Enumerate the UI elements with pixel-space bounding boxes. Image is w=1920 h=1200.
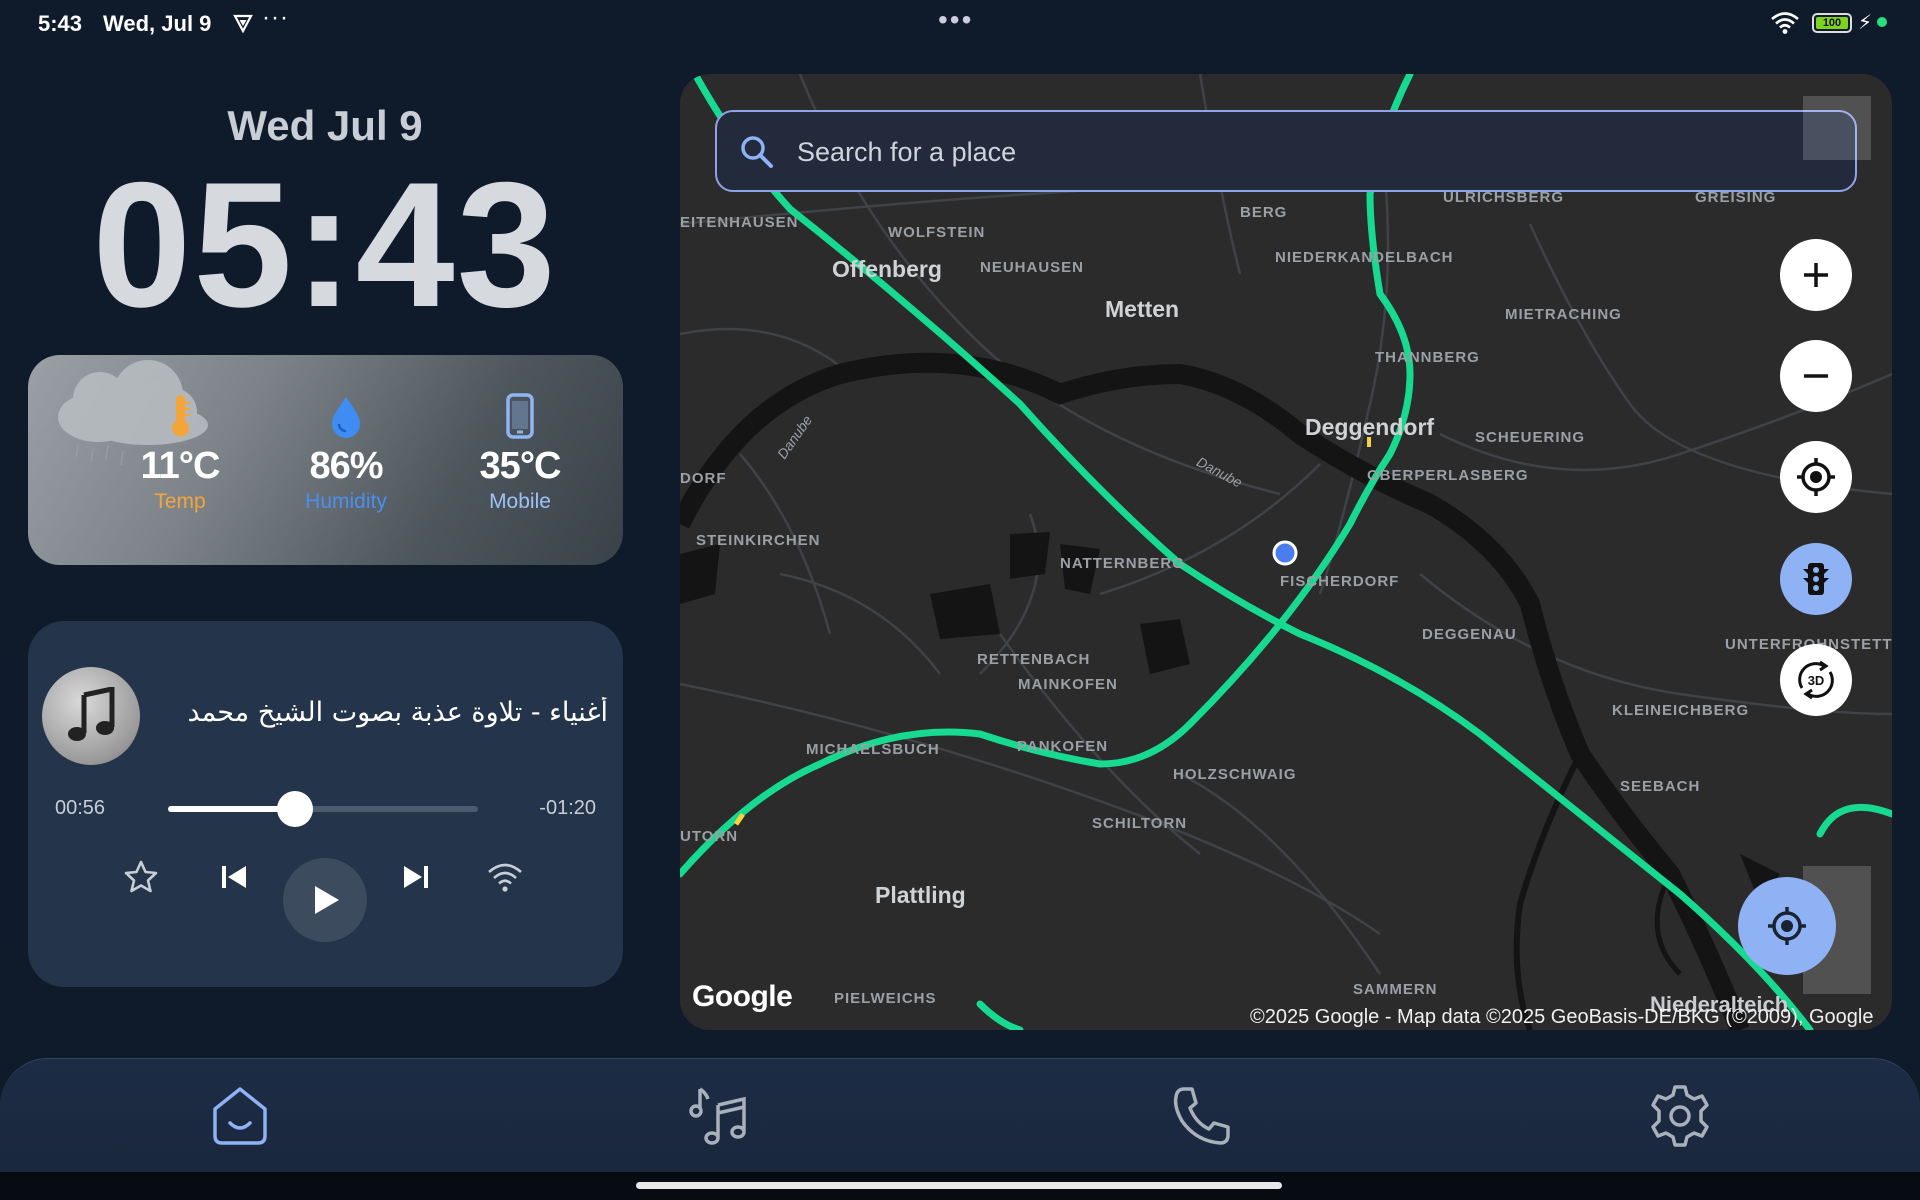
map-place-label: NEUHAUSEN [980,259,1085,276]
wifi-icon [1771,12,1799,34]
music-note-icon [68,687,115,741]
thermometer-icon [172,395,190,437]
map-city-label[interactable]: Offenberg [832,256,942,283]
search-icon [741,136,773,168]
status-date: Wed, Jul 9 [103,11,212,36]
phone-icon [506,393,534,439]
map-copyright[interactable]: ©2025 Google - Map data ©2025 GeoBasis-D… [1250,1006,1873,1029]
clock-date: Wed Jul 9 [227,102,423,149]
map-place-label: THANNBERG [1375,349,1480,366]
map-place-label: MAINKOFEN [1018,676,1118,693]
map-place-label: SCHEUERING [1475,429,1586,446]
elapsed-time: 00:56 [55,797,106,819]
current-location-dot [1272,540,1298,566]
map-place-label: SCHILTORN [1092,815,1188,832]
water-drop-icon [332,397,360,438]
traffic-icon [1803,563,1829,595]
status-more-icon[interactable]: ··· [262,4,289,32]
zoom-out-icon [1804,374,1828,378]
map-view[interactable]: Offenberg Metten Deggendorf Plattling EITENH… [680,74,1892,1030]
map-place-label: SAMMERN [1353,981,1438,998]
weather-card[interactable]: 11°C Temp 86% Humidity 35°C Mobile [28,355,623,565]
map-place-label: WOLFSTEIN [888,224,986,241]
map-place-label: HOLZSCHWAIG [1173,766,1297,783]
window-handle-icon[interactable]: ••• [938,4,973,36]
star-icon[interactable] [123,859,159,895]
charging-bolt-icon: ⚡ [1858,12,1873,34]
temp-value: 11°C [140,445,221,487]
map-city-label[interactable]: Metten [1105,296,1179,323]
battery-icon: 100 [1812,13,1852,33]
map-place-label: STEINKIRCHEN [696,532,821,549]
wifi-cast-icon[interactable] [486,859,524,895]
mobile-temp-value: 35°C [479,445,562,487]
home-icon[interactable] [205,1081,275,1151]
recenter-fab[interactable] [1738,877,1836,975]
status-time: 5:43 [38,11,83,36]
play-button[interactable] [283,858,367,942]
map-place-label: PIELWEICHS [834,990,937,1007]
search-input[interactable] [797,130,1797,174]
progress-slider[interactable] [168,791,478,827]
music-icon[interactable] [686,1081,756,1151]
mobile-temp-label: Mobile [489,490,551,513]
map-city-label[interactable]: Plattling [875,882,966,909]
traffic-button[interactable] [1780,543,1852,615]
map-place-label: PANKOFEN [1017,738,1109,755]
status-bar: 5:43 Wed, Jul 9 ··· ••• 100 ⚡ [0,0,1920,46]
privacy-indicator-dot [1877,17,1887,27]
3d-rotate-icon: 3D [1798,660,1834,700]
map-place-label: UTORN [680,828,739,845]
previous-icon[interactable] [216,859,252,895]
map-place-label: KLEINEICHBERG [1612,702,1750,719]
recenter-icon [1768,907,1806,945]
temp-label: Temp [154,490,206,513]
zoom-in-icon [1804,263,1828,287]
google-logo: Google [692,980,793,1013]
map-place-label: EITENHAUSEN [680,214,799,231]
map-place-label: BERG [1240,204,1288,221]
map-place-label: DORF [680,470,727,487]
phone-icon[interactable] [1166,1081,1236,1151]
weather-humidity: 86% Humidity [281,393,411,514]
progress-knob[interactable] [277,791,314,827]
bottom-navigation [0,1058,1920,1172]
ghost-control-top [1803,96,1871,160]
3d-view-button[interactable]: 3D [1780,644,1852,716]
play-icon [315,886,339,914]
humidity-label: Humidity [305,490,387,513]
map-place-label: MIETRACHING [1505,306,1622,323]
progress-fill [168,806,296,812]
humidity-value: 86% [309,445,383,487]
zoom-out-button[interactable] [1780,340,1852,412]
map-place-label: OBERPERLASBERG [1367,467,1529,484]
settings-icon[interactable] [1645,1081,1715,1151]
song-title: أغنياء - تلاوة عذبة بصوت الشيخ محمد [187,697,608,728]
next-icon[interactable] [398,859,434,895]
battery-level: 100 [1822,17,1842,29]
map-place-label: DEGGENAU [1422,626,1517,643]
vpn-shield-icon [233,14,253,34]
home-indicator[interactable] [636,1182,1282,1189]
music-player-card[interactable]: أغنياء - تلاوة عذبة بصوت الشيخ محمد 00:5… [28,621,623,987]
weather-mobile: 35°C Mobile [455,393,585,514]
map-place-label: NATTERNBERG [1060,555,1185,572]
map-place-label: NIEDERKANDELBACH [1275,249,1454,266]
clock-time: 05:43 [92,145,558,344]
map-place-label: MICHAELSBUCH [806,741,940,758]
map-place-label: SEEBACH [1620,778,1701,795]
remaining-time: -01:20 [539,797,596,819]
locate-icon [1797,458,1835,496]
map-city-label[interactable]: Deggendorf [1305,414,1434,441]
map-search-bar[interactable] [715,110,1857,192]
3d-label: 3D [1808,673,1825,688]
weather-temp: 11°C Temp [115,393,245,514]
album-art[interactable] [42,667,140,765]
map-place-label: FISCHERDORF [1280,573,1400,590]
map-place-label: RETTENBACH [977,651,1091,668]
locate-button[interactable] [1780,441,1852,513]
zoom-in-button[interactable] [1780,239,1852,311]
